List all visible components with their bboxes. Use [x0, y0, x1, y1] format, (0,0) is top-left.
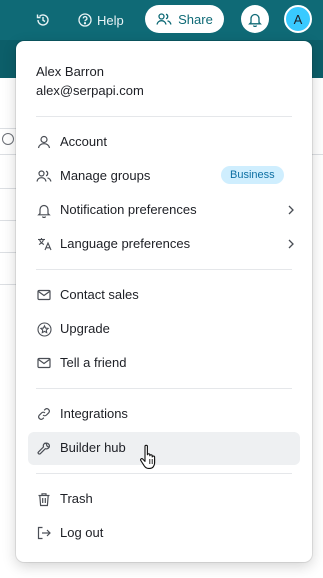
people-icon [36, 168, 52, 184]
chevron-right-icon [284, 237, 298, 251]
link-icon [36, 406, 52, 422]
menu-item-label: Account [60, 134, 107, 149]
menu-item-label: Integrations [60, 406, 128, 421]
menu-item-label: Trash [60, 491, 93, 506]
menu-divider [36, 388, 292, 389]
avatar[interactable]: A [284, 5, 312, 33]
history-icon [35, 12, 51, 28]
background-divider [0, 128, 16, 129]
wrench-icon [36, 440, 52, 456]
help-icon [78, 13, 92, 27]
menu-item-contact-sales[interactable]: Contact sales [28, 279, 300, 312]
menu-item-label: Upgrade [60, 321, 110, 336]
share-label: Share [178, 11, 213, 27]
menu-item-label: Builder hub [60, 440, 126, 455]
envelope-icon [36, 287, 52, 303]
envelope-icon [36, 355, 52, 371]
background-divider [312, 154, 323, 155]
menu-item-language-preferences[interactable]: Language preferences [28, 228, 300, 261]
background-divider [0, 154, 16, 155]
history-button[interactable] [32, 9, 54, 31]
background-divider [0, 284, 16, 285]
background-divider [0, 252, 16, 253]
menu-item-label: Log out [60, 525, 104, 540]
share-button[interactable]: Share [145, 5, 224, 33]
menu-item-label: Manage groups [60, 168, 151, 183]
background-divider [0, 188, 16, 189]
menu-item-label: Notification preferences [60, 202, 197, 217]
chevron-right-icon [284, 203, 298, 217]
business-badge: Business [221, 166, 284, 184]
user-icon [36, 134, 52, 150]
bell-icon [36, 202, 52, 218]
star-circle-icon [36, 321, 52, 337]
notifications-button[interactable] [241, 5, 269, 33]
log-out-icon [36, 525, 52, 541]
translate-icon [36, 236, 52, 252]
menu-divider [36, 269, 292, 270]
background-divider [0, 220, 16, 221]
top-bar: Help Share A [0, 0, 323, 40]
menu-item-label: Tell a friend [60, 355, 127, 370]
help-button[interactable]: Help [78, 8, 124, 32]
people-icon [156, 12, 172, 26]
menu-item-trash[interactable]: Trash [28, 483, 300, 516]
menu-divider [36, 116, 292, 117]
menu-item-label: Language preferences [60, 236, 191, 251]
menu-item-integrations[interactable]: Integrations [28, 398, 300, 431]
trash-icon [36, 491, 52, 507]
menu-item-tell-a-friend[interactable]: Tell a friend [28, 347, 300, 380]
bell-icon [248, 12, 262, 27]
background-page-left [0, 78, 16, 578]
user-email: alex@serpapi.com [36, 83, 144, 98]
menu-item-upgrade[interactable]: Upgrade [28, 313, 300, 346]
menu-item-log-out[interactable]: Log out [28, 517, 300, 550]
background-page-right [312, 78, 323, 578]
avatar-initial: A [293, 11, 303, 27]
user-name: Alex Barron [36, 64, 104, 79]
account-menu: Alex Barron alex@serpapi.com Account Man… [16, 41, 312, 562]
menu-divider [36, 473, 292, 474]
menu-item-notification-preferences[interactable]: Notification preferences [28, 194, 300, 227]
hand-pointer-cursor-icon [138, 444, 160, 470]
menu-item-account[interactable]: Account [28, 126, 300, 159]
chevron-down-icon [2, 133, 14, 145]
menu-item-label: Contact sales [60, 287, 139, 302]
help-label: Help [97, 12, 124, 28]
menu-item-builder-hub[interactable]: Builder hub [28, 432, 300, 465]
